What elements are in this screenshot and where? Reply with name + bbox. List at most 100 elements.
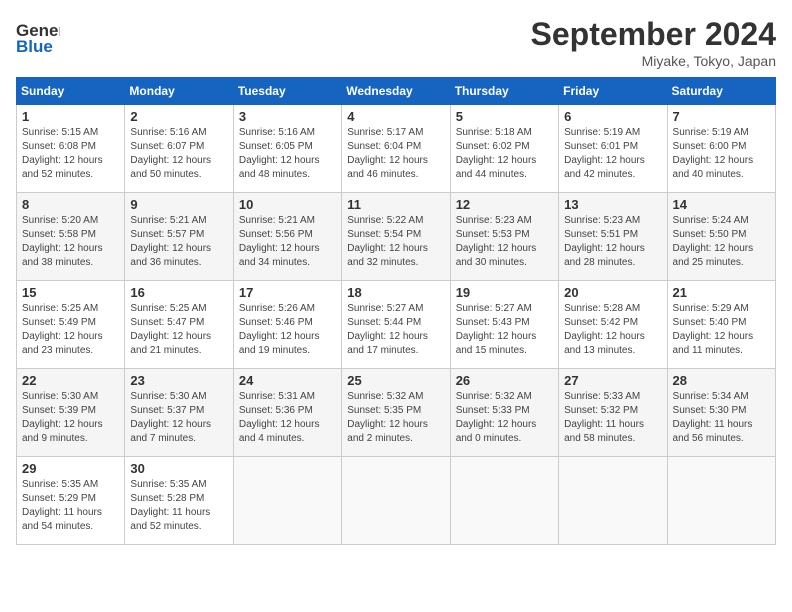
calendar-week-row: 22 Sunrise: 5:30 AMSunset: 5:39 PMDaylig…	[17, 369, 776, 457]
day-number: 23	[130, 373, 227, 388]
calendar-day-cell: 6 Sunrise: 5:19 AMSunset: 6:01 PMDayligh…	[559, 105, 667, 193]
calendar-day-cell: 7 Sunrise: 5:19 AMSunset: 6:00 PMDayligh…	[667, 105, 775, 193]
day-number: 21	[673, 285, 770, 300]
calendar-day-cell: 19 Sunrise: 5:27 AMSunset: 5:43 PMDaylig…	[450, 281, 558, 369]
day-info: Sunrise: 5:27 AMSunset: 5:44 PMDaylight:…	[347, 303, 428, 356]
day-of-week-header: Saturday	[667, 78, 775, 105]
day-info: Sunrise: 5:20 AMSunset: 5:58 PMDaylight:…	[22, 215, 103, 268]
calendar-day-cell: 21 Sunrise: 5:29 AMSunset: 5:40 PMDaylig…	[667, 281, 775, 369]
day-info: Sunrise: 5:18 AMSunset: 6:02 PMDaylight:…	[456, 127, 537, 180]
calendar-week-row: 8 Sunrise: 5:20 AMSunset: 5:58 PMDayligh…	[17, 193, 776, 281]
calendar-day-cell: 16 Sunrise: 5:25 AMSunset: 5:47 PMDaylig…	[125, 281, 233, 369]
header: General Blue September 2024 Miyake, Toky…	[16, 16, 776, 69]
calendar-day-cell: 26 Sunrise: 5:32 AMSunset: 5:33 PMDaylig…	[450, 369, 558, 457]
day-number: 14	[673, 197, 770, 212]
calendar-day-cell: 25 Sunrise: 5:32 AMSunset: 5:35 PMDaylig…	[342, 369, 450, 457]
calendar-day-cell	[450, 457, 558, 545]
calendar-day-cell: 23 Sunrise: 5:30 AMSunset: 5:37 PMDaylig…	[125, 369, 233, 457]
calendar-day-cell: 9 Sunrise: 5:21 AMSunset: 5:57 PMDayligh…	[125, 193, 233, 281]
calendar-day-cell: 14 Sunrise: 5:24 AMSunset: 5:50 PMDaylig…	[667, 193, 775, 281]
day-number: 28	[673, 373, 770, 388]
day-number: 13	[564, 197, 661, 212]
svg-text:Blue: Blue	[16, 37, 53, 54]
calendar-day-cell	[342, 457, 450, 545]
month-title: September 2024	[531, 16, 776, 53]
calendar-day-cell: 1 Sunrise: 5:15 AMSunset: 6:08 PMDayligh…	[17, 105, 125, 193]
day-info: Sunrise: 5:21 AMSunset: 5:56 PMDaylight:…	[239, 215, 320, 268]
day-number: 26	[456, 373, 553, 388]
calendar-week-row: 29 Sunrise: 5:35 AMSunset: 5:29 PMDaylig…	[17, 457, 776, 545]
calendar-day-cell: 12 Sunrise: 5:23 AMSunset: 5:53 PMDaylig…	[450, 193, 558, 281]
day-number: 9	[130, 197, 227, 212]
day-number: 4	[347, 109, 444, 124]
day-number: 8	[22, 197, 119, 212]
calendar-day-cell	[233, 457, 341, 545]
calendar-day-cell: 27 Sunrise: 5:33 AMSunset: 5:32 PMDaylig…	[559, 369, 667, 457]
day-info: Sunrise: 5:34 AMSunset: 5:30 PMDaylight:…	[673, 391, 753, 444]
day-info: Sunrise: 5:27 AMSunset: 5:43 PMDaylight:…	[456, 303, 537, 356]
day-of-week-header: Sunday	[17, 78, 125, 105]
calendar-day-cell: 10 Sunrise: 5:21 AMSunset: 5:56 PMDaylig…	[233, 193, 341, 281]
day-info: Sunrise: 5:28 AMSunset: 5:42 PMDaylight:…	[564, 303, 645, 356]
day-number: 25	[347, 373, 444, 388]
calendar-day-cell: 15 Sunrise: 5:25 AMSunset: 5:49 PMDaylig…	[17, 281, 125, 369]
day-info: Sunrise: 5:32 AMSunset: 5:35 PMDaylight:…	[347, 391, 428, 444]
day-info: Sunrise: 5:21 AMSunset: 5:57 PMDaylight:…	[130, 215, 211, 268]
day-info: Sunrise: 5:25 AMSunset: 5:47 PMDaylight:…	[130, 303, 211, 356]
day-number: 1	[22, 109, 119, 124]
day-of-week-header: Wednesday	[342, 78, 450, 105]
day-info: Sunrise: 5:30 AMSunset: 5:37 PMDaylight:…	[130, 391, 211, 444]
logo-icon: General Blue	[16, 16, 60, 54]
calendar-day-cell: 22 Sunrise: 5:30 AMSunset: 5:39 PMDaylig…	[17, 369, 125, 457]
calendar-body: 1 Sunrise: 5:15 AMSunset: 6:08 PMDayligh…	[17, 105, 776, 545]
calendar-day-cell: 17 Sunrise: 5:26 AMSunset: 5:46 PMDaylig…	[233, 281, 341, 369]
calendar-day-cell: 20 Sunrise: 5:28 AMSunset: 5:42 PMDaylig…	[559, 281, 667, 369]
day-info: Sunrise: 5:35 AMSunset: 5:28 PMDaylight:…	[130, 479, 210, 532]
day-info: Sunrise: 5:32 AMSunset: 5:33 PMDaylight:…	[456, 391, 537, 444]
day-number: 22	[22, 373, 119, 388]
location-title: Miyake, Tokyo, Japan	[531, 53, 776, 69]
calendar-week-row: 15 Sunrise: 5:25 AMSunset: 5:49 PMDaylig…	[17, 281, 776, 369]
day-info: Sunrise: 5:30 AMSunset: 5:39 PMDaylight:…	[22, 391, 103, 444]
calendar-day-cell: 29 Sunrise: 5:35 AMSunset: 5:29 PMDaylig…	[17, 457, 125, 545]
calendar-day-cell	[559, 457, 667, 545]
day-number: 5	[456, 109, 553, 124]
day-info: Sunrise: 5:15 AMSunset: 6:08 PMDaylight:…	[22, 127, 103, 180]
day-number: 10	[239, 197, 336, 212]
day-number: 11	[347, 197, 444, 212]
day-number: 12	[456, 197, 553, 212]
day-info: Sunrise: 5:33 AMSunset: 5:32 PMDaylight:…	[564, 391, 644, 444]
calendar-table: SundayMondayTuesdayWednesdayThursdayFrid…	[16, 77, 776, 545]
day-info: Sunrise: 5:16 AMSunset: 6:05 PMDaylight:…	[239, 127, 320, 180]
day-info: Sunrise: 5:23 AMSunset: 5:53 PMDaylight:…	[456, 215, 537, 268]
day-number: 20	[564, 285, 661, 300]
calendar-day-cell: 3 Sunrise: 5:16 AMSunset: 6:05 PMDayligh…	[233, 105, 341, 193]
day-number: 3	[239, 109, 336, 124]
calendar-day-cell: 5 Sunrise: 5:18 AMSunset: 6:02 PMDayligh…	[450, 105, 558, 193]
calendar-day-cell: 18 Sunrise: 5:27 AMSunset: 5:44 PMDaylig…	[342, 281, 450, 369]
day-info: Sunrise: 5:22 AMSunset: 5:54 PMDaylight:…	[347, 215, 428, 268]
day-info: Sunrise: 5:29 AMSunset: 5:40 PMDaylight:…	[673, 303, 754, 356]
day-number: 7	[673, 109, 770, 124]
calendar-day-cell: 2 Sunrise: 5:16 AMSunset: 6:07 PMDayligh…	[125, 105, 233, 193]
day-number: 19	[456, 285, 553, 300]
calendar-day-cell: 24 Sunrise: 5:31 AMSunset: 5:36 PMDaylig…	[233, 369, 341, 457]
day-info: Sunrise: 5:17 AMSunset: 6:04 PMDaylight:…	[347, 127, 428, 180]
calendar-day-cell: 30 Sunrise: 5:35 AMSunset: 5:28 PMDaylig…	[125, 457, 233, 545]
day-info: Sunrise: 5:26 AMSunset: 5:46 PMDaylight:…	[239, 303, 320, 356]
day-number: 18	[347, 285, 444, 300]
day-of-week-header: Monday	[125, 78, 233, 105]
day-info: Sunrise: 5:25 AMSunset: 5:49 PMDaylight:…	[22, 303, 103, 356]
day-of-week-header: Thursday	[450, 78, 558, 105]
day-number: 2	[130, 109, 227, 124]
calendar-day-cell: 4 Sunrise: 5:17 AMSunset: 6:04 PMDayligh…	[342, 105, 450, 193]
day-info: Sunrise: 5:19 AMSunset: 6:00 PMDaylight:…	[673, 127, 754, 180]
calendar-week-row: 1 Sunrise: 5:15 AMSunset: 6:08 PMDayligh…	[17, 105, 776, 193]
day-number: 29	[22, 461, 119, 476]
calendar-header-row: SundayMondayTuesdayWednesdayThursdayFrid…	[17, 78, 776, 105]
day-number: 17	[239, 285, 336, 300]
day-of-week-header: Tuesday	[233, 78, 341, 105]
day-number: 30	[130, 461, 227, 476]
logo: General Blue	[16, 16, 60, 54]
day-number: 6	[564, 109, 661, 124]
